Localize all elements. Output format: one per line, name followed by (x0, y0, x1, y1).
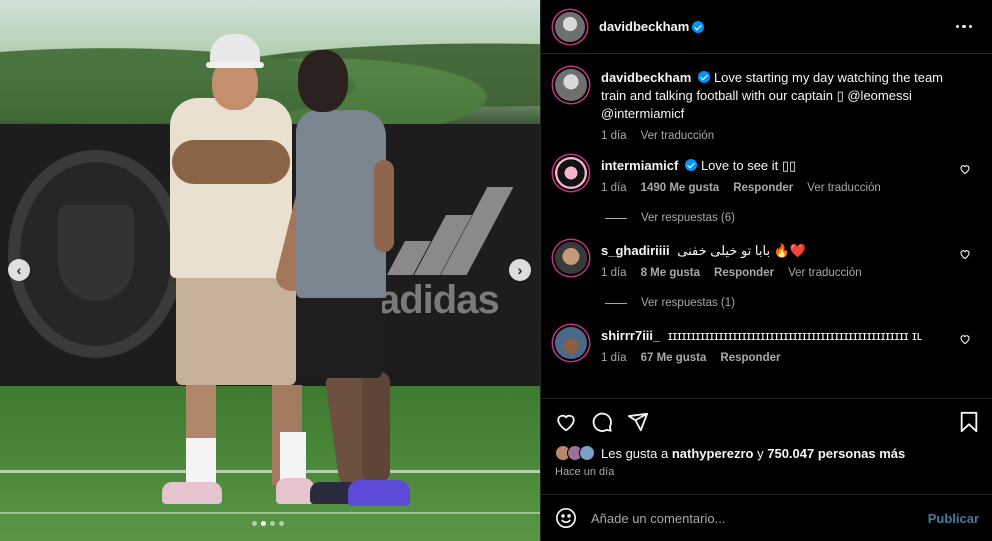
person1-shoe (276, 478, 314, 504)
comment-avatar[interactable] (555, 242, 587, 274)
photo-logo-text: adidas (378, 278, 500, 322)
photo-logo-bars (386, 185, 514, 275)
author-avatar[interactable] (555, 11, 585, 42)
carousel-dots (252, 521, 284, 526)
comment-icon[interactable] (591, 411, 613, 433)
person1-cap-brim (206, 62, 264, 68)
publish-button[interactable]: Publicar (928, 511, 979, 526)
heart-icon[interactable] (959, 163, 971, 175)
caption-avatar[interactable] (555, 69, 587, 101)
comment-translate-link[interactable]: Ver traducción (807, 182, 881, 194)
person1-shorts (176, 270, 296, 385)
person2-shoe (348, 480, 410, 506)
person2-leg (362, 372, 390, 482)
comment-time: 1 día (601, 267, 627, 279)
comment-username[interactable]: shirrr7iii_ (601, 328, 660, 343)
liker-avatars (555, 445, 595, 461)
comment-item: intermiamicf Love to see it ▯▯ 1 día 149… (555, 157, 979, 194)
post-side-panel: davidbeckham davidbeckham Love starting … (540, 0, 992, 541)
heart-icon[interactable] (555, 411, 577, 433)
person1-sock (186, 438, 216, 486)
comment-reply-button[interactable]: Responder (733, 182, 793, 194)
person1-shoe (162, 482, 222, 504)
likes-others[interactable]: 750.047 personas más (767, 446, 905, 461)
comment-text: Love to see it ▯▯ (700, 158, 797, 173)
photo-pitch-line (0, 470, 540, 473)
verified-icon (698, 71, 711, 83)
caption: davidbeckham Love starting my day watchi… (555, 69, 979, 142)
caption-translate-link[interactable]: Ver traducción (641, 130, 715, 142)
likes-joiner: y (757, 445, 764, 461)
view-replies-button[interactable]: Ver respuestas (1) (605, 297, 979, 309)
comment-reply-button[interactable]: Responder (714, 267, 774, 279)
comment-likes[interactable]: 8 Me gusta (641, 267, 700, 279)
carousel-dot (279, 521, 284, 526)
person2-shorts (298, 292, 382, 378)
likes-summary[interactable]: Les gusta a nathyperezro y 750.047 perso… (555, 445, 979, 461)
verified-icon (685, 159, 698, 171)
comment-likes[interactable]: 67 Me gusta (641, 352, 707, 364)
more-icon[interactable] (950, 19, 979, 35)
bookmark-icon[interactable] (959, 411, 979, 433)
emoji-icon[interactable] (555, 507, 577, 529)
liker-username[interactable]: nathyperezro (672, 446, 754, 461)
person2-arm (374, 160, 394, 252)
caption-time: 1 día (601, 130, 627, 142)
post-photo[interactable]: adidas ‹ › (0, 0, 540, 541)
chevron-right-icon[interactable]: › (509, 259, 531, 281)
comment-reply-button[interactable]: Responder (720, 352, 780, 364)
comment-text: ɪɪɪɪɪɪɪɪɪɪɪɪɪɪɪɪɪɪɪɪɪɪɪɪɪɪɪɪɪɪɪɪɪɪɪɪɪɪɪɪ… (667, 328, 923, 343)
heart-icon[interactable] (959, 248, 971, 260)
comment-time: 1 día (601, 182, 627, 194)
comment-avatar[interactable] (555, 327, 587, 359)
likes-prefix: Les gusta a (601, 445, 669, 461)
carousel-dot (270, 521, 275, 526)
comment-username[interactable]: intermiamicf (601, 158, 678, 173)
photo-pitch (0, 386, 540, 541)
instagram-post: adidas ‹ › davidbeckham davidbeckham Lov… (0, 0, 992, 541)
photo-club-crest-inner (58, 205, 134, 301)
share-icon[interactable] (627, 411, 649, 433)
author-username[interactable]: davidbeckham (599, 19, 689, 34)
comments-list[interactable]: davidbeckham Love starting my day watchi… (541, 55, 992, 398)
verified-icon (692, 20, 705, 33)
comment-item: s_ghadiriiii بابا تو خیلی خفنی 🔥❤️ 1 día… (555, 242, 979, 279)
comment-username[interactable]: s_ghadiriiii (601, 243, 670, 258)
person2-shirt (296, 110, 386, 298)
comment-time: 1 día (601, 352, 627, 364)
chevron-left-icon[interactable]: ‹ (8, 259, 30, 281)
caption-username[interactable]: davidbeckham (601, 70, 691, 85)
person2-head (298, 50, 348, 112)
comment-text: بابا تو خیلی خفنی 🔥❤️ (677, 243, 807, 258)
comment-likes[interactable]: 1490 Me gusta (641, 182, 720, 194)
view-replies-button[interactable]: Ver respuestas (6) (605, 212, 979, 224)
person1-shirt (170, 98, 292, 278)
person1-sock (280, 432, 306, 480)
comment-avatar[interactable] (555, 157, 587, 189)
carousel-dot (252, 521, 257, 526)
carousel-dot-active (261, 521, 266, 526)
photo-pitch-line (0, 512, 540, 514)
post-actions: Les gusta a nathyperezro y 750.047 perso… (541, 398, 992, 478)
post-time: Hace un día (555, 466, 615, 478)
comment-item: shirrr7iii_ ɪɪɪɪɪɪɪɪɪɪɪɪɪɪɪɪɪɪɪɪɪɪɪɪɪɪɪɪ… (555, 327, 979, 364)
heart-icon[interactable] (959, 333, 971, 345)
post-header: davidbeckham (541, 0, 992, 54)
person1-crossed-arms (172, 140, 290, 184)
comment-input[interactable] (591, 510, 928, 526)
comment-translate-link[interactable]: Ver traducción (788, 267, 862, 279)
add-comment-bar: Publicar (541, 494, 992, 541)
